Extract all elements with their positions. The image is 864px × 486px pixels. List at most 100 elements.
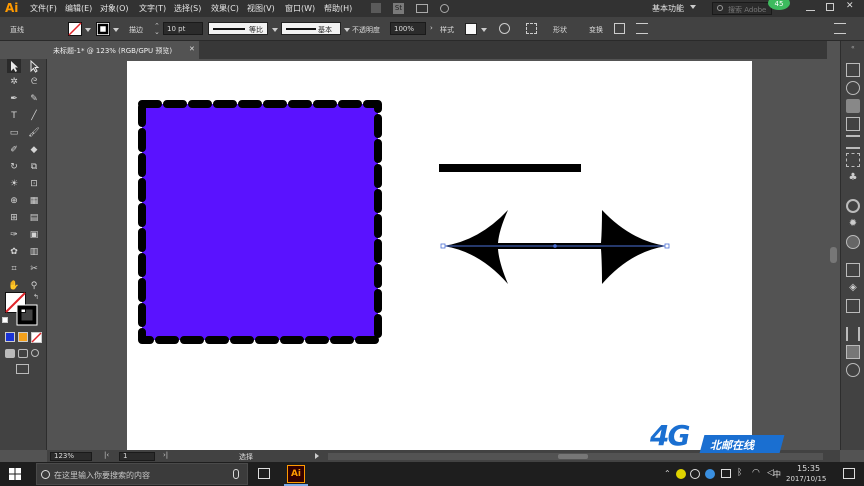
sync-icon[interactable] xyxy=(440,4,449,13)
clock-time[interactable]: 15:35 xyxy=(797,464,820,473)
menu-object[interactable]: 对象(O) xyxy=(100,3,129,14)
microphone-icon[interactable] xyxy=(233,469,239,479)
workspace-switcher[interactable]: 基本功能 xyxy=(652,3,684,14)
stroke-stepper-icon[interactable]: ⌃ ⌄ xyxy=(154,23,160,36)
prev-artboard-icon[interactable]: |‹ xyxy=(104,451,109,459)
cc-libraries-icon[interactable] xyxy=(846,81,860,95)
task-view-icon[interactable] xyxy=(258,468,270,479)
fill-dropdown-icon[interactable] xyxy=(85,28,91,32)
horizontal-line-shape[interactable] xyxy=(439,164,581,172)
gpu-performance-icon[interactable] xyxy=(416,4,428,13)
mesh-tool-icon[interactable]: ⊞ xyxy=(7,211,21,225)
curvature-tool-icon[interactable]: ✎ xyxy=(27,92,41,106)
menu-file[interactable]: 文件(F) xyxy=(30,3,57,14)
chevron-down-icon[interactable] xyxy=(690,5,696,9)
menu-edit[interactable]: 编辑(E) xyxy=(65,3,92,14)
stroke-dropdown-icon[interactable] xyxy=(113,28,119,32)
menu-select[interactable]: 选择(S) xyxy=(174,3,201,14)
profile-dropdown-icon[interactable] xyxy=(272,28,278,32)
stroke-swatch-icon[interactable] xyxy=(96,22,110,36)
menu-view[interactable]: 视图(V) xyxy=(247,3,275,14)
color-panel-icon[interactable] xyxy=(846,99,860,113)
panel-menu-icon[interactable] xyxy=(834,23,846,34)
menu-effect[interactable]: 效果(C) xyxy=(211,3,239,14)
scale-tool-icon[interactable]: ⧉ xyxy=(27,160,41,174)
draw-mode-icon[interactable] xyxy=(5,349,15,358)
export-icon[interactable] xyxy=(846,263,860,277)
brushes-icon[interactable] xyxy=(846,153,860,167)
gradient-mode-icon[interactable] xyxy=(18,332,28,342)
tray-expand-icon[interactable]: ⌃ xyxy=(664,469,671,478)
maximize-icon[interactable] xyxy=(826,3,834,11)
tray-app-icon[interactable] xyxy=(676,469,686,479)
shape-label[interactable]: 形状 xyxy=(553,25,567,35)
gradient-tool-icon[interactable]: ▤ xyxy=(27,211,41,225)
swatches-icon[interactable] xyxy=(846,135,860,149)
illustrator-taskbar-icon[interactable]: Ai xyxy=(287,465,305,483)
default-fill-stroke-icon[interactable] xyxy=(2,317,8,323)
next-artboard-icon[interactable]: ›| xyxy=(163,451,168,459)
rotate-tool-icon[interactable]: ↻ xyxy=(7,160,21,174)
hand-tool-icon[interactable]: ✋ xyxy=(7,279,21,293)
blend-tool-icon[interactable]: ▣ xyxy=(27,228,41,242)
horizontal-scrollbar-thumb[interactable] xyxy=(558,454,588,459)
graphic-style-swatch[interactable] xyxy=(465,23,477,35)
menu-help[interactable]: 帮助(H) xyxy=(324,3,352,14)
fill-swatch-none-icon[interactable] xyxy=(68,22,82,36)
pathfinder-icon[interactable] xyxy=(846,363,860,377)
shaper-tool-icon[interactable]: ✐ xyxy=(7,143,21,157)
properties-panel-icon[interactable] xyxy=(846,63,860,77)
stroke-weight-input[interactable]: 10 pt xyxy=(163,22,203,35)
color-mode-icon[interactable] xyxy=(5,332,15,342)
ime-indicator[interactable]: 中 xyxy=(773,469,781,480)
zoom-level-field[interactable]: 123% xyxy=(50,452,92,461)
transform-label[interactable]: 变换 xyxy=(589,25,603,35)
warp-tool-icon[interactable]: ☀ xyxy=(7,177,21,191)
align-icon[interactable] xyxy=(636,23,648,34)
windows-start-icon[interactable] xyxy=(9,468,21,480)
opacity-input[interactable]: 100% xyxy=(390,22,426,35)
isolate-icon[interactable] xyxy=(614,23,625,34)
selection-tool-icon[interactable] xyxy=(7,59,21,73)
artboards-icon[interactable] xyxy=(846,299,860,313)
paintbrush-tool-icon[interactable]: 🖌 xyxy=(27,126,41,140)
action-center-icon[interactable] xyxy=(843,468,855,479)
tray-bluetooth-icon[interactable]: ᛒ xyxy=(737,468,742,478)
column-graph-tool-icon[interactable]: ▥ xyxy=(27,245,41,259)
clock-date[interactable]: 2017/10/15 xyxy=(786,475,826,483)
opacity-chevron-icon[interactable]: › xyxy=(430,24,433,32)
transparency-icon[interactable] xyxy=(846,345,860,359)
screen-mode-icon[interactable] xyxy=(16,364,29,374)
status-menu-icon[interactable] xyxy=(315,453,319,459)
tray-monitor-icon[interactable] xyxy=(721,469,731,478)
appearance-icon[interactable]: ✹ xyxy=(846,217,860,231)
color-guide-icon[interactable] xyxy=(846,117,860,131)
expand-panels-icon[interactable]: « xyxy=(851,44,855,51)
artboard[interactable] xyxy=(127,61,752,450)
close-tab-icon[interactable]: ✕ xyxy=(189,45,195,53)
variable-width-profile[interactable]: 等比 xyxy=(208,22,268,35)
line-tool-icon[interactable]: ╱ xyxy=(27,109,41,123)
dashed-purple-square[interactable] xyxy=(138,100,382,344)
notification-badge[interactable]: 45 xyxy=(768,0,790,10)
opacity-label[interactable]: 不透明度 xyxy=(352,25,380,35)
adobe-search-field[interactable]: 搜索 Adobe xyxy=(712,2,772,15)
draw-behind-icon[interactable] xyxy=(18,349,28,358)
wifi-icon[interactable]: ◠ xyxy=(752,468,760,478)
type-tool-icon[interactable]: T xyxy=(7,109,21,123)
symbols-icon[interactable]: ♣ xyxy=(846,171,860,185)
close-window-icon[interactable]: ✕ xyxy=(846,1,854,11)
bridge-icon[interactable] xyxy=(371,3,381,13)
direct-selection-tool-icon[interactable] xyxy=(27,59,41,73)
shape-builder-tool-icon[interactable]: ⊕ xyxy=(7,194,21,208)
menu-window[interactable]: 窗口(W) xyxy=(285,3,315,14)
lasso-icon[interactable]: ᘓ xyxy=(27,75,41,89)
symbol-sprayer-tool-icon[interactable]: ✿ xyxy=(7,245,21,259)
draw-inside-icon[interactable] xyxy=(31,349,39,357)
zoom-tool-icon[interactable]: ⚲ xyxy=(27,279,41,293)
pen-tool-icon[interactable]: ✒ xyxy=(7,92,21,106)
stroke-label[interactable]: 描边 xyxy=(129,25,143,35)
tray-sync-icon[interactable] xyxy=(690,469,700,479)
free-transform-tool-icon[interactable]: ⊡ xyxy=(27,177,41,191)
anchor-point-left[interactable] xyxy=(440,243,446,249)
